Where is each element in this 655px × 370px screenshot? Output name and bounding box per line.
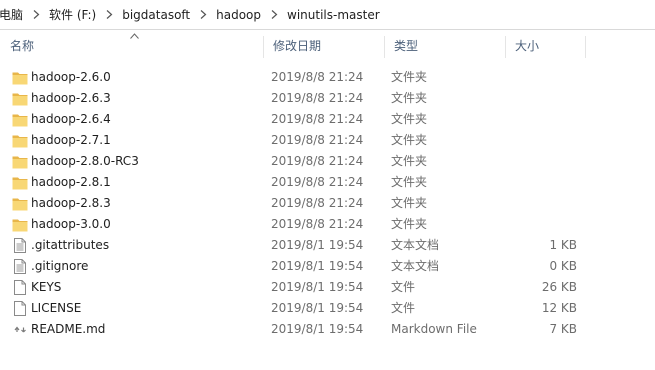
column-header-row: 名称 修改日期 类型 大小 (0, 30, 655, 63)
file-row[interactable]: hadoop-2.7.1 2019/8/8 21:24 文件夹 (0, 130, 655, 151)
file-date-modified: 2019/8/8 21:24 (271, 70, 364, 84)
file-name: hadoop-2.7.1 (31, 133, 111, 147)
text-document-icon (12, 258, 28, 275)
file-size: 26 KB (541, 280, 577, 294)
file-list: hadoop-2.6.0 2019/8/8 21:24 文件夹 hadoop-2.6.… (0, 67, 655, 340)
column-header-size[interactable]: 大小 (505, 30, 585, 63)
file-date-modified: 2019/8/1 19:54 (271, 238, 364, 252)
file-date-modified: 2019/8/1 19:54 (271, 322, 364, 336)
file-size (505, 193, 577, 214)
folder-icon (12, 111, 28, 128)
file-row[interactable]: LICENSE 2019/8/1 19:54 文件 12 KB (0, 298, 655, 319)
file-size (505, 151, 577, 172)
breadcrumb-item-hadoop[interactable]: hadoop (211, 4, 266, 26)
folder-icon (12, 195, 28, 212)
file-icon (12, 300, 28, 317)
folder-icon (12, 153, 28, 170)
file-type: 文本文档 (391, 238, 440, 252)
file-name: hadoop-2.8.3 (31, 196, 111, 210)
column-divider[interactable] (585, 36, 586, 58)
address-bar[interactable]: 此电脑 软件 (F:) bigdatasoft hadoop winutils-… (0, 0, 655, 30)
markdown-file-icon (12, 321, 28, 338)
file-name: .gitignore (31, 259, 89, 273)
file-date-modified: 2019/8/8 21:24 (271, 133, 364, 147)
file-name: hadoop-2.6.0 (31, 70, 111, 84)
file-type: 文件夹 (391, 154, 428, 168)
file-row[interactable]: hadoop-2.8.0-RC3 2019/8/8 21:24 文件夹 (0, 151, 655, 172)
file-type: 文件夹 (391, 112, 428, 126)
folder-icon (12, 174, 28, 191)
file-name: hadoop-2.6.4 (31, 112, 111, 126)
file-date-modified: 2019/8/1 19:54 (271, 301, 364, 315)
breadcrumb: 此电脑 软件 (F:) bigdatasoft hadoop winutils-… (0, 0, 385, 29)
file-size: 12 KB (541, 301, 577, 315)
file-name: LICENSE (31, 301, 82, 315)
chevron-right-icon[interactable] (101, 4, 117, 26)
file-row[interactable]: hadoop-2.6.0 2019/8/8 21:24 文件夹 (0, 67, 655, 88)
file-type: 文件夹 (391, 91, 428, 105)
file-type: 文件 (391, 280, 416, 294)
file-size: 7 KB (549, 322, 577, 336)
file-size (505, 130, 577, 151)
file-date-modified: 2019/8/1 19:54 (271, 259, 364, 273)
file-row[interactable]: hadoop-2.6.4 2019/8/8 21:24 文件夹 (0, 109, 655, 130)
file-name: README.md (31, 322, 106, 336)
file-name: hadoop-2.6.3 (31, 91, 111, 105)
file-name: hadoop-2.8.1 (31, 175, 111, 189)
folder-icon (12, 216, 28, 233)
file-date-modified: 2019/8/8 21:24 (271, 154, 364, 168)
file-name: hadoop-3.0.0 (31, 217, 111, 231)
file-size (505, 172, 577, 193)
file-row[interactable]: .gitattributes 2019/8/1 19:54 文本文档 1 KB (0, 235, 655, 256)
file-type: 文件夹 (391, 217, 428, 231)
file-date-modified: 2019/8/8 21:24 (271, 91, 364, 105)
file-date-modified: 2019/8/1 19:54 (271, 280, 364, 294)
file-size: 0 KB (549, 259, 577, 273)
file-row[interactable]: KEYS 2019/8/1 19:54 文件 26 KB (0, 277, 655, 298)
breadcrumb-item-drive-f[interactable]: 软件 (F:) (44, 4, 101, 26)
file-type: 文件夹 (391, 133, 428, 147)
folder-icon (12, 132, 28, 149)
file-size (505, 67, 577, 88)
folder-icon (12, 69, 28, 86)
chevron-right-icon[interactable] (28, 4, 44, 26)
folder-icon (12, 90, 28, 107)
file-size: 1 KB (549, 238, 577, 252)
file-type: Markdown File (391, 322, 477, 336)
breadcrumb-item-this-pc[interactable]: 此电脑 (0, 4, 28, 26)
breadcrumb-item-winutils-master[interactable]: winutils-master (282, 4, 385, 26)
file-date-modified: 2019/8/8 21:24 (271, 196, 364, 210)
file-row[interactable]: hadoop-3.0.0 2019/8/8 21:24 文件夹 (0, 214, 655, 235)
file-type: 文件夹 (391, 175, 428, 189)
file-type: 文件 (391, 301, 416, 315)
column-header-name[interactable]: 名称 (0, 30, 263, 63)
file-name: hadoop-2.8.0-RC3 (31, 154, 139, 168)
file-icon (12, 279, 28, 296)
breadcrumb-item-bigdatasoft[interactable]: bigdatasoft (117, 4, 195, 26)
file-size (505, 88, 577, 109)
column-header-date-modified[interactable]: 修改日期 (263, 30, 384, 63)
file-name: KEYS (31, 280, 62, 294)
file-date-modified: 2019/8/8 21:24 (271, 112, 364, 126)
file-size (505, 109, 577, 130)
chevron-right-icon[interactable] (266, 4, 282, 26)
file-row[interactable]: README.md 2019/8/1 19:54 Markdown File 7 KB (0, 319, 655, 340)
file-row[interactable]: hadoop-2.8.3 2019/8/8 21:24 文件夹 (0, 193, 655, 214)
file-type: 文件夹 (391, 196, 428, 210)
file-date-modified: 2019/8/8 21:24 (271, 175, 364, 189)
file-date-modified: 2019/8/8 21:24 (271, 217, 364, 231)
file-row[interactable]: hadoop-2.8.1 2019/8/8 21:24 文件夹 (0, 172, 655, 193)
file-type: 文件夹 (391, 70, 428, 84)
file-type: 文本文档 (391, 259, 440, 273)
file-row[interactable]: hadoop-2.6.3 2019/8/8 21:24 文件夹 (0, 88, 655, 109)
file-size (505, 214, 577, 235)
file-row[interactable]: .gitignore 2019/8/1 19:54 文本文档 0 KB (0, 256, 655, 277)
column-header-type[interactable]: 类型 (384, 30, 505, 63)
chevron-right-icon[interactable] (195, 4, 211, 26)
file-name: .gitattributes (31, 238, 110, 252)
text-document-icon (12, 237, 28, 254)
